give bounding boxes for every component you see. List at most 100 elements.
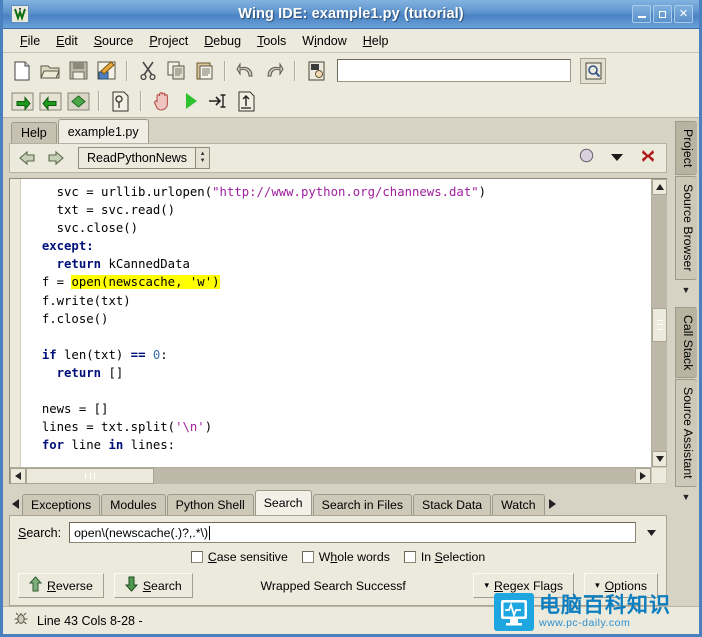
checkbox-whole-words[interactable]: Whole words	[301, 550, 390, 564]
editor-gutter[interactable]	[10, 179, 21, 467]
search-input[interactable]: open\(newscache(.)?,.*\)	[69, 522, 636, 543]
tab-scroll-right-icon[interactable]	[546, 493, 559, 515]
step-back-icon[interactable]	[37, 89, 63, 114]
forward-arrow-icon[interactable]	[44, 148, 66, 168]
find-in-file-icon[interactable]	[303, 58, 329, 83]
close-icon[interactable]: ✕	[674, 5, 693, 23]
bottom-tab-python-shell[interactable]: Python Shell	[166, 494, 254, 515]
undo-icon[interactable]	[233, 58, 259, 83]
vertical-scroll-track[interactable]	[652, 195, 667, 451]
step-over-icon[interactable]	[65, 89, 91, 114]
menu-debug[interactable]: Debug	[196, 32, 249, 50]
horizontal-scroll-track[interactable]	[26, 468, 635, 484]
checkbox-in-selection[interactable]: In Selection	[403, 550, 485, 564]
reverse-button[interactable]: Reverse	[18, 573, 104, 598]
editor-tab-example1py[interactable]: example1.py	[57, 119, 149, 143]
main-body: Help example1.py ReadPythonNews ▲ ▼ svc …	[3, 118, 699, 606]
vertical-scroll-thumb[interactable]	[652, 307, 667, 342]
sidebar-collapse-bottom-icon[interactable]: ▼	[682, 492, 691, 502]
menu-source[interactable]: Source	[86, 32, 142, 50]
sidebar-item-call-stack[interactable]: Call Stack	[675, 306, 697, 379]
bottom-tab-watch[interactable]: Watch	[492, 494, 545, 515]
search-input-value: open\(newscache(.)?,.*\)	[74, 525, 209, 540]
bottom-tab-bar: Exceptions Modules Python Shell Search S…	[9, 490, 667, 515]
sidebar-collapse-top-icon[interactable]: ▼	[682, 285, 691, 295]
scroll-right-icon[interactable]	[635, 468, 651, 484]
watermark-text: 电脑百科知识 www.pc-daily.com	[539, 595, 671, 629]
code-text[interactable]: svc = urllib.urlopen("http://www.python.…	[21, 179, 651, 467]
window-controls: ✕	[632, 5, 693, 23]
code-token: ==	[130, 347, 146, 362]
bottom-tab-search[interactable]: Search	[254, 490, 312, 515]
copy-icon[interactable]	[163, 58, 189, 83]
arrow-up-icon	[28, 576, 43, 595]
toolbar-area	[3, 53, 699, 118]
search-magnifier-icon[interactable]	[580, 57, 606, 84]
bottom-tab-modules[interactable]: Modules	[101, 494, 166, 515]
code-token: if	[41, 347, 57, 362]
sidebar-item-project[interactable]: Project	[675, 121, 697, 176]
quick-find-input[interactable]	[337, 59, 571, 82]
step-forward-icon[interactable]	[9, 89, 35, 114]
menu-window[interactable]: Window	[294, 32, 354, 50]
save-as-icon[interactable]	[93, 58, 119, 83]
bottom-tab-stack-data[interactable]: Stack Data	[413, 494, 492, 515]
editor-tab-help[interactable]: Help	[11, 122, 57, 143]
menu-edit[interactable]: Edit	[48, 32, 86, 50]
cut-icon[interactable]	[135, 58, 161, 83]
scroll-up-icon[interactable]	[652, 179, 667, 195]
search-history-chevron-down-icon[interactable]	[644, 529, 658, 536]
code-token: lines:	[123, 438, 176, 453]
checkbox-box[interactable]	[403, 551, 416, 563]
menu-file[interactable]: File	[12, 32, 48, 50]
step-out-icon[interactable]	[233, 89, 259, 114]
menu-bar: File Edit Source Project Debug Tools Win…	[3, 29, 699, 53]
checkbox-case-sensitive[interactable]: Case sensitive	[190, 550, 288, 564]
bottom-tab-search-in-files[interactable]: Search in Files	[312, 494, 412, 515]
symbol-selector[interactable]: ReadPythonNews ▲ ▼	[78, 147, 211, 169]
redo-icon[interactable]	[261, 58, 287, 83]
editor-vertical-scrollbar[interactable]	[651, 179, 667, 467]
sidebar-item-source-browser[interactable]: Source Browser	[675, 176, 697, 280]
search-button[interactable]: Search	[113, 573, 193, 598]
stop-hand-icon[interactable]	[149, 89, 175, 114]
minimize-icon[interactable]	[632, 5, 651, 23]
checkbox-box[interactable]	[190, 551, 203, 563]
code-token: )	[478, 185, 487, 199]
code-token: '\n'	[175, 420, 205, 435]
code-line: svc.close()	[27, 219, 651, 237]
search-label: Search:	[18, 525, 62, 540]
debug-probe-icon[interactable]	[107, 89, 133, 114]
symbol-selector-spinner[interactable]: ▲ ▼	[195, 148, 210, 168]
toolbar-row-2	[3, 86, 699, 116]
step-into-icon[interactable]	[205, 89, 231, 114]
menu-tools[interactable]: Tools	[249, 32, 294, 50]
save-icon[interactable]	[65, 58, 91, 83]
tab-scroll-left-icon[interactable]	[9, 493, 22, 515]
open-folder-icon[interactable]	[37, 58, 63, 83]
code-token: news = []	[41, 402, 109, 417]
close-editor-icon[interactable]	[640, 148, 656, 169]
left-column: Help example1.py ReadPythonNews ▲ ▼ svc …	[3, 118, 673, 606]
chevron-down-icon[interactable]	[610, 149, 624, 167]
scroll-left-icon[interactable]	[10, 468, 26, 484]
checkbox-box[interactable]	[301, 551, 314, 563]
sidebar-item-source-assistant[interactable]: Source Assistant	[675, 379, 697, 487]
code-line: txt = svc.read()	[27, 201, 651, 219]
horizontal-scroll-thumb[interactable]	[26, 468, 154, 484]
new-file-icon[interactable]	[9, 58, 35, 83]
scroll-down-icon[interactable]	[652, 451, 667, 467]
paste-icon[interactable]	[191, 58, 217, 83]
code-line: f.close()	[27, 310, 651, 328]
break-toggle-icon[interactable]	[579, 148, 594, 168]
back-arrow-icon[interactable]	[16, 148, 38, 168]
code-line: f.write(txt)	[27, 292, 651, 310]
menu-project[interactable]: Project	[141, 32, 196, 50]
editor-horizontal-scrollbar[interactable]	[10, 467, 651, 484]
code-token: in	[108, 438, 124, 453]
maximize-icon[interactable]	[653, 5, 672, 23]
menu-help[interactable]: Help	[355, 32, 397, 50]
run-icon[interactable]	[177, 89, 203, 114]
bottom-tab-exceptions[interactable]: Exceptions	[22, 494, 101, 515]
